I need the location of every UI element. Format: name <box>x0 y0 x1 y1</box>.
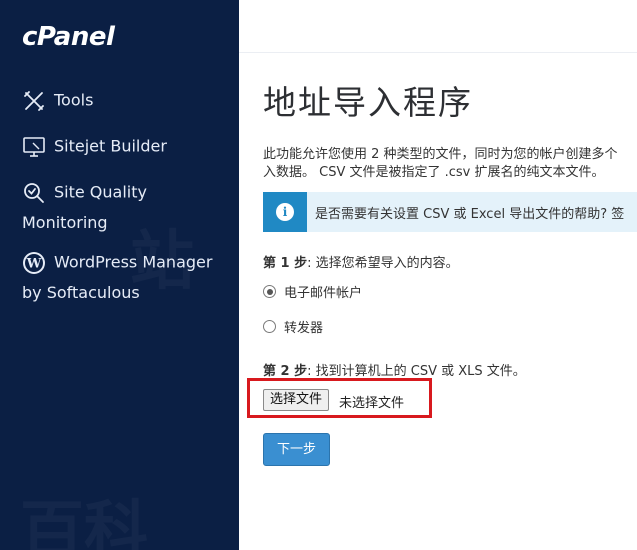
radio-button[interactable] <box>263 320 276 333</box>
sidebar-item-sitejet-builder[interactable]: Sitejet Builder <box>22 131 167 162</box>
radio-label: 电子邮件帐户 <box>284 286 363 301</box>
sidebar-item-label: Monitoring <box>22 212 108 232</box>
sidebar-item-label: WordPress Manager <box>54 252 213 272</box>
info-icon-wrap: i <box>263 192 307 232</box>
radio-button-checked[interactable] <box>263 285 276 298</box>
page-title: 地址导入程序 <box>263 83 473 122</box>
sidebar-item-label: by Softaculous <box>22 282 140 302</box>
svg-text:W: W <box>26 256 42 271</box>
next-step-button[interactable]: 下一步 <box>263 433 330 466</box>
magnifier-check-icon <box>22 181 46 205</box>
info-callout: i 是否需要有关设置 CSV 或 Excel 导出文件的帮助? 签 <box>263 192 637 232</box>
radio-forwarders[interactable]: 转发器 <box>263 317 323 336</box>
info-icon: i <box>276 203 294 221</box>
sidebar-item-label: Sitejet Builder <box>54 136 167 156</box>
step-1-prefix: 第 1 步 <box>263 256 308 271</box>
step-1-text: : 选择您希望导入的内容。 <box>307 256 459 271</box>
sidebar-item-wordpress-manager[interactable]: W WordPress Manager by Softaculous <box>22 247 212 308</box>
sidebar-item-site-quality-monitoring[interactable]: Site Quality Monitoring <box>22 177 147 238</box>
sidebar-item-label: Site Quality <box>54 182 147 202</box>
wordpress-icon: W <box>22 251 46 275</box>
sidebar-item-label: Tools <box>54 90 94 110</box>
step-1-heading: 第 1 步: 选择您希望导入的内容。 <box>263 252 459 271</box>
sidebar: 站 百科 cPanel Tools Siteje <box>0 0 239 550</box>
top-bar <box>239 0 637 53</box>
watermark: 百科 <box>20 480 148 550</box>
main-content: 地址导入程序 此功能允许您使用 2 种类型的文件，同时为您的帐户创建多个 入数据… <box>239 0 637 550</box>
description: 此功能允许您使用 2 种类型的文件，同时为您的帐户创建多个 入数据。 CSV 文… <box>263 146 637 182</box>
tools-icon <box>22 89 46 113</box>
description-line: 此功能允许您使用 2 种类型的文件，同时为您的帐户创建多个 <box>263 147 618 162</box>
step-2-text: : 找到计算机上的 CSV 或 XLS 文件。 <box>307 364 526 379</box>
app-window: 站 百科 cPanel Tools Siteje <box>0 0 637 550</box>
monitor-icon <box>22 135 46 159</box>
radio-label: 转发器 <box>284 321 324 336</box>
description-line: 入数据。 CSV 文件是被指定了 .csv 扩展名的纯文本文件。 <box>263 165 605 180</box>
sidebar-item-tools[interactable]: Tools <box>22 85 93 116</box>
step-2-prefix: 第 2 步 <box>263 364 308 379</box>
choose-file-button[interactable]: 选择文件 <box>263 389 330 411</box>
radio-email-accounts[interactable]: 电子邮件帐户 <box>263 282 362 301</box>
file-status: 未选择文件 <box>339 396 405 411</box>
info-text: 是否需要有关设置 CSV 或 Excel 导出文件的帮助? 签 <box>315 207 625 222</box>
step-2-heading: 第 2 步: 找到计算机上的 CSV 或 XLS 文件。 <box>263 360 526 379</box>
cpanel-logo[interactable]: cPanel <box>22 22 115 52</box>
